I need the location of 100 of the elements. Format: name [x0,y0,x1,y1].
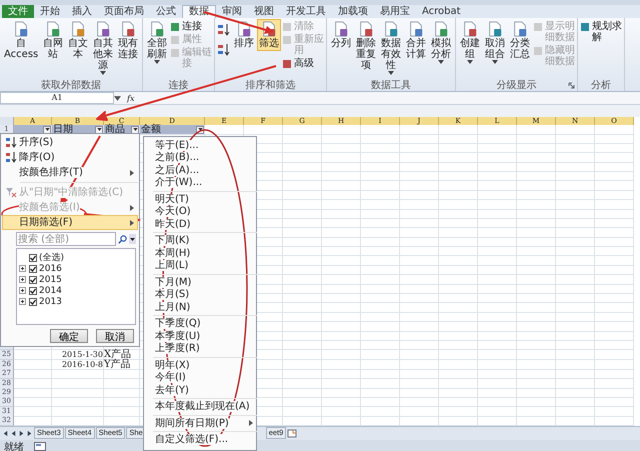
table-cell [104,369,140,380]
search-field[interactable]: 搜索 (全部) [16,232,116,246]
table-cell [283,332,322,341]
previous-sheet-button[interactable] [10,430,17,436]
ribbon-button[interactable]: 筛选 [257,19,282,51]
ribbon-button[interactable]: 分类汇总 [508,19,532,62]
checkbox[interactable] [29,254,37,262]
search-icon[interactable] [118,234,127,244]
ribbon-button[interactable]: 取消组合 [483,19,508,66]
table-cell [439,397,478,408]
new-sheet-icon[interactable] [287,428,298,438]
first-sheet-button[interactable] [2,430,9,436]
ribbon-tab[interactable]: 易用宝 [374,5,416,18]
menu-item[interactable]: 本周(H) [155,248,190,259]
menu-item[interactable]: 明年(X) [155,360,190,371]
menu-item[interactable]: 去年(Y) [155,384,189,396]
menu-item[interactable]: 本年度截止到现在(A) [155,401,250,412]
ribbon-tab[interactable]: 文件 [2,5,34,18]
ribbon-tab[interactable]: 视图 [248,5,280,18]
table-cell [361,360,400,370]
macro-record-icon[interactable] [34,442,46,451]
menu-item[interactable]: 下季度(Q) [155,318,201,330]
ribbon-button[interactable]: 数据有效性 [379,19,404,77]
menu-item[interactable]: 下月(M) [155,276,192,288]
ribbon-button[interactable]: 全部刷新 [145,19,170,66]
ribbon-tab[interactable]: Acrobat [416,5,467,18]
table-cell [439,360,478,370]
table-cell [283,162,322,172]
ribbon-tab[interactable]: 开始 [34,5,66,18]
checkbox[interactable] [29,264,37,272]
menu-item[interactable]: 介于(W)... [155,177,202,188]
sort-descending-icon[interactable] [217,43,232,57]
ribbon-small-button[interactable]: 规划求解 [580,21,622,43]
sort-ascending-icon[interactable] [217,23,232,37]
ribbon-button[interactable]: 删除重复项 [354,19,378,73]
ribbon-button[interactable]: 自其他来源 [91,19,116,77]
ribbon-tab[interactable]: 开发工具 [280,5,332,18]
ribbon-small-button[interactable]: 高级 [282,58,324,69]
table-cell [478,275,517,285]
name-box[interactable]: A1 [0,92,114,104]
ribbon-button[interactable]: 合并计算 [404,19,428,62]
filter-dropdown-button[interactable] [43,126,51,134]
list-item-label: 2016 [39,264,62,274]
menu-item[interactable]: 本月(S) [155,289,190,300]
menu-item[interactable]: 昨天(D) [155,218,191,230]
menu-item[interactable]: 今年(I) [155,372,186,384]
caret-icon[interactable] [114,96,121,100]
ribbon-button[interactable]: 自文本 [66,19,90,62]
menu-item[interactable]: 日期筛选(F) [2,215,138,230]
table-cell [556,369,595,380]
menu-item[interactable]: 上月(N) [155,302,190,313]
dropdown-button[interactable] [129,234,136,244]
table-cell: 2015-1-30 [52,350,104,360]
menu-item[interactable]: 按颜色排序(T) [2,165,138,180]
menu-item[interactable]: 等于(E)... [155,140,199,151]
menu-item[interactable]: 下周(K) [155,235,190,246]
checkbox[interactable] [29,286,37,294]
ribbon-tab[interactable]: 审阅 [216,5,248,18]
dialog-launcher-icon[interactable] [568,82,576,89]
ribbon-tab[interactable]: 页面布局 [98,5,150,18]
expand-icon[interactable] [19,276,26,283]
menu-item[interactable]: 之后(A)... [155,164,200,176]
expand-icon[interactable] [19,287,26,294]
menu-item[interactable]: 上周(L) [155,260,188,272]
ribbon-button[interactable]: 自Access [2,19,40,62]
cancel-button[interactable]: 取消 [96,329,134,343]
ribbon-button[interactable]: 创建组 [458,19,482,66]
ribbon-button[interactable]: 自网站 [41,19,66,62]
checkbox[interactable] [29,298,37,306]
ok-button[interactable]: 确定 [50,329,88,343]
menu-item[interactable]: 降序(O) [2,150,138,165]
ribbon-button[interactable]: 现有连接 [116,19,140,62]
ribbon-tab[interactable]: 插入 [66,5,98,18]
menu-item[interactable]: 本季度(U) [155,330,200,342]
ribbon-button[interactable]: 排序 [232,19,256,51]
table-cell [517,369,556,380]
table-cell [400,275,439,285]
table-cell [322,406,361,417]
menu-item[interactable]: 期间所有日期(P) [155,418,229,429]
table-cell [400,256,439,266]
ribbon-tab[interactable]: 公式 [150,5,182,18]
ribbon-button[interactable]: 模拟分析 [429,19,454,66]
next-sheet-button[interactable] [18,430,25,436]
ribbon-button[interactable]: 分列 [329,19,354,51]
menu-item[interactable]: 明天(T) [155,194,189,205]
table-cell [52,397,104,408]
last-sheet-button[interactable] [26,430,33,436]
filter-dropdown-button[interactable] [95,126,103,134]
ribbon-small-button[interactable]: 连接 [170,21,212,32]
expand-icon[interactable] [19,298,26,305]
menu-item[interactable]: 今天(O) [155,206,191,218]
insert-function-button[interactable]: fx [127,94,134,102]
checkbox[interactable] [29,276,37,284]
menu-item[interactable]: 升序(S) [2,135,138,150]
menu-item[interactable]: 自定义筛选(F)... [155,434,228,446]
menu-item[interactable]: 之前(B)... [155,152,200,164]
ribbon-tab[interactable]: 加载项 [332,5,374,18]
expand-icon[interactable] [19,265,26,272]
filter-dropdown-button[interactable] [131,126,139,134]
menu-item[interactable]: 上季度(R) [155,343,200,354]
